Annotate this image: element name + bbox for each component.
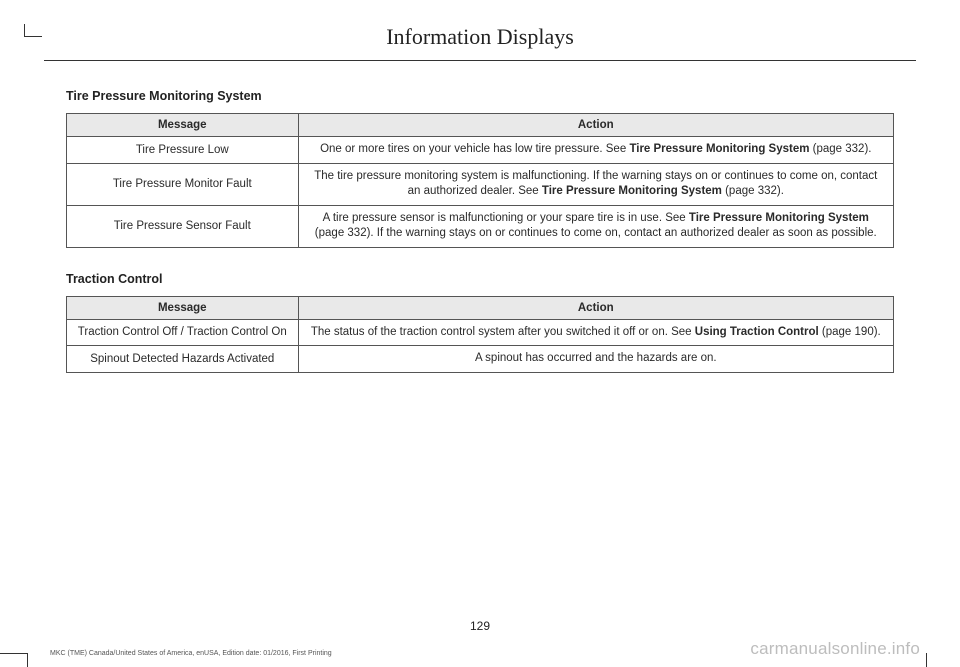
table-row: Tire Pressure Monitor Fault The tire pre… bbox=[67, 163, 894, 205]
watermark-text: carmanualsonline.info bbox=[750, 639, 920, 659]
cell-action: A tire pressure sensor is malfunctioning… bbox=[298, 205, 893, 247]
table-row: Spinout Detected Hazards Activated A spi… bbox=[67, 346, 894, 373]
crop-mark-icon bbox=[0, 653, 28, 667]
crop-mark-icon bbox=[24, 24, 42, 37]
traction-table: Message Action Traction Control Off / Tr… bbox=[66, 296, 894, 373]
table-row: Traction Control Off / Traction Control … bbox=[67, 319, 894, 346]
cell-message: Tire Pressure Monitor Fault bbox=[67, 163, 299, 205]
crop-mark-icon bbox=[926, 653, 928, 667]
section-heading-tpms: Tire Pressure Monitoring System bbox=[66, 89, 894, 103]
cell-message: Tire Pressure Sensor Fault bbox=[67, 205, 299, 247]
section-heading-traction: Traction Control bbox=[66, 272, 894, 286]
col-header-action: Action bbox=[298, 114, 893, 137]
cell-action: The tire pressure monitoring system is m… bbox=[298, 163, 893, 205]
cell-message: Tire Pressure Low bbox=[67, 137, 299, 164]
col-header-action: Action bbox=[298, 296, 893, 319]
page-content: Tire Pressure Monitoring System Message … bbox=[0, 61, 960, 373]
table-row: Tire Pressure Sensor Fault A tire pressu… bbox=[67, 205, 894, 247]
cell-action: A spinout has occurred and the hazards a… bbox=[298, 346, 893, 373]
col-header-message: Message bbox=[67, 114, 299, 137]
cell-message: Spinout Detected Hazards Activated bbox=[67, 346, 299, 373]
cell-action: The status of the traction control syste… bbox=[298, 319, 893, 346]
table-row: Tire Pressure Low One or more tires on y… bbox=[67, 137, 894, 164]
page-title: Information Displays bbox=[0, 24, 960, 50]
cell-action: One or more tires on your vehicle has lo… bbox=[298, 137, 893, 164]
col-header-message: Message bbox=[67, 296, 299, 319]
cell-message: Traction Control Off / Traction Control … bbox=[67, 319, 299, 346]
tpms-table: Message Action Tire Pressure Low One or … bbox=[66, 113, 894, 248]
page-number: 129 bbox=[0, 619, 960, 633]
footer-edition-info: MKC (TME) Canada/United States of Americ… bbox=[50, 650, 332, 657]
